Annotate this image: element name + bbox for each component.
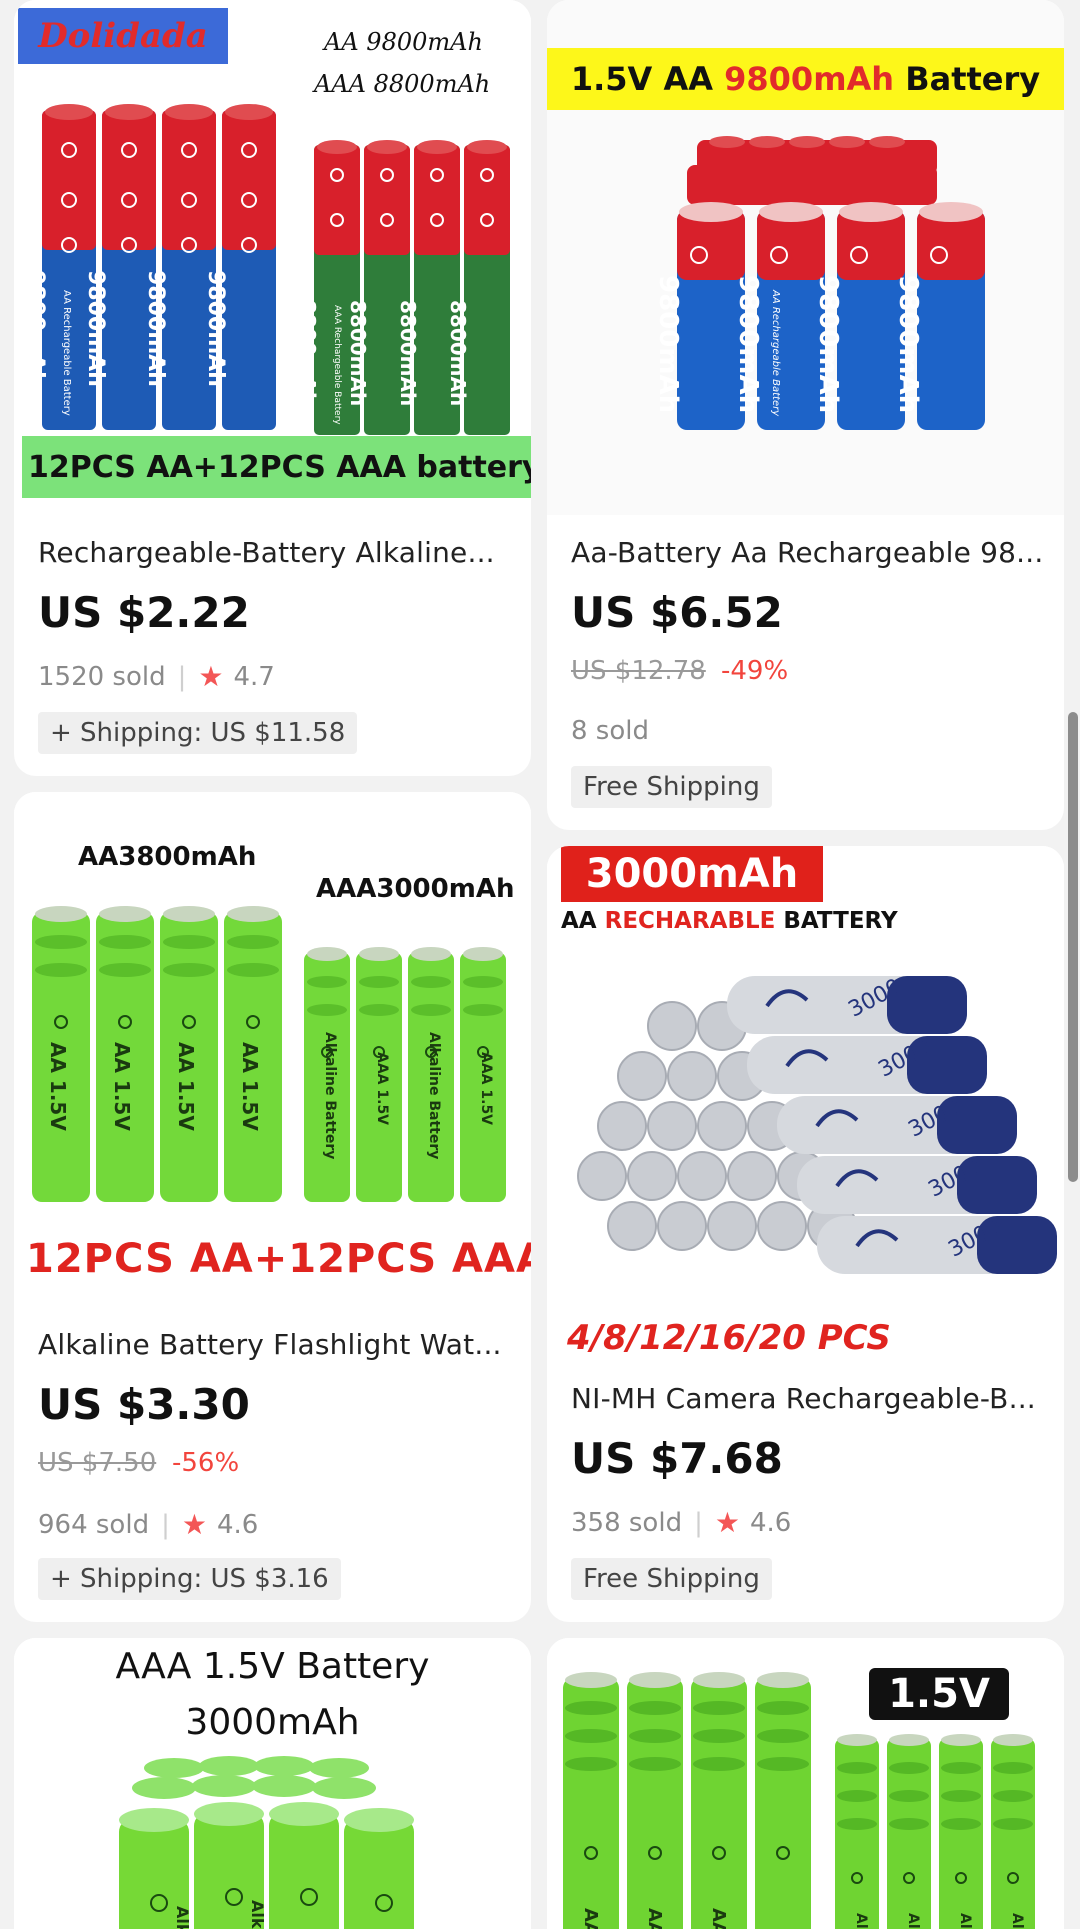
- cell-label: AA 1.5V: [174, 1042, 198, 1131]
- product-image[interactable]: 1.5V AA AA AA Alk Alk Alk Alk: [547, 1638, 1064, 1929]
- original-price: US $12.78: [571, 656, 706, 686]
- product-card[interactable]: Dolidada AA 9800mAh AAA 8800mAh 9800mAh …: [14, 0, 531, 776]
- rating-value: 4.6: [749, 1507, 792, 1538]
- shipping-badge: Free Shipping: [571, 766, 772, 808]
- cell-label: Alk: [248, 1900, 267, 1929]
- cell-label: Alk: [957, 1913, 973, 1929]
- divider: |: [177, 661, 187, 692]
- capacity-label: AAA 8800mAh: [314, 70, 491, 98]
- star-icon: ★: [181, 1508, 207, 1541]
- product-image[interactable]: 3000mAh AA RECHARABLE BATTERY 3000 3000 …: [547, 846, 1064, 1366]
- cell-label: 9800mAh: [83, 270, 108, 387]
- scrollbar[interactable]: [1068, 712, 1078, 1182]
- product-image[interactable]: 1.5V AA 9800mAh Battery 9800mAh 9800mAh …: [547, 0, 1064, 515]
- sales-rating: 358 sold | ★ 4.6: [571, 1506, 791, 1539]
- cell-label: 9800mAh: [893, 275, 923, 414]
- image-headline: 3000mAh: [185, 1702, 360, 1743]
- product-card[interactable]: AAA 1.5V Battery 3000mAh Alk Alk: [14, 1638, 531, 1929]
- subtitle-text: AA: [561, 908, 605, 934]
- headline-banner: 1.5V AA 9800mAh Battery: [547, 48, 1064, 110]
- pack-banner: 12PCS AA+12PCS AAA: [26, 1236, 531, 1282]
- capacity-label: AAA3000mAh: [316, 874, 515, 904]
- product-image[interactable]: AAA 1.5V Battery 3000mAh Alk Alk: [14, 1638, 531, 1929]
- cell-label: Alkaline Battery: [322, 1032, 338, 1160]
- cell-label: 9800mAh: [653, 275, 683, 414]
- divider: |: [161, 1509, 170, 1540]
- brand-tag: Dolidada: [18, 8, 228, 64]
- image-subtitle: AA RECHARABLE BATTERY: [561, 908, 898, 934]
- cell-label: 9800mAh: [203, 270, 228, 387]
- product-image[interactable]: Dolidada AA 9800mAh AAA 8800mAh 9800mAh …: [14, 0, 531, 510]
- cell-sublabel: AA Rechargeable Battery: [61, 290, 72, 416]
- cell-label: 8800mAh: [346, 300, 370, 407]
- capacity-tag: 3000mAh: [561, 846, 823, 902]
- banner-text: 1.5V AA: [570, 60, 725, 98]
- sales-rating: 8 sold: [571, 716, 649, 746]
- original-price: US $7.50: [38, 1448, 157, 1478]
- voltage-badge: 1.5V: [869, 1668, 1009, 1720]
- pack-count-text: 4/8/12/16/20 PCS: [567, 1318, 891, 1358]
- cell-sublabel: AA Rechargeable Battery: [770, 290, 781, 417]
- cell-label: 9800mAh: [143, 270, 168, 387]
- sold-count: 8 sold: [571, 716, 649, 746]
- cell-label: AA 1.5V: [238, 1042, 262, 1131]
- cell-label: Alk: [1009, 1913, 1025, 1929]
- shipping-badge: + Shipping: US $3.16: [38, 1558, 341, 1600]
- product-image[interactable]: AA3800mAh AAA3000mAh AA 1.5V AA 1.5V AA …: [14, 792, 531, 1312]
- capacity-label: AA3800mAh: [78, 842, 257, 872]
- pack-banner: 12PCS AA+12PCS AAA battery: [22, 436, 531, 498]
- cell-label: AA: [644, 1908, 665, 1929]
- capacity-label: AA 9800mAh: [324, 28, 483, 56]
- product-card[interactable]: 1.5V AA AA AA Alk Alk Alk Alk: [547, 1638, 1064, 1929]
- product-card[interactable]: 3000mAh AA RECHARABLE BATTERY 3000 3000 …: [547, 846, 1064, 1622]
- cell-label: AA 1.5V: [110, 1042, 134, 1131]
- product-title[interactable]: Aa-Battery Aa Rechargeable 98...: [571, 536, 1046, 569]
- banner-highlight: 9800mAh: [724, 60, 895, 98]
- sales-rating: 964 sold | ★ 4.6: [38, 1508, 258, 1541]
- product-price: US $2.22: [38, 588, 250, 637]
- product-price: US $6.52: [571, 588, 783, 637]
- product-title[interactable]: NI-MH Camera Rechargeable-B...: [571, 1382, 1046, 1415]
- cell-label: AA: [708, 1908, 729, 1929]
- cell-label: 9800mAh: [813, 275, 843, 414]
- sold-count: 964 sold: [38, 1509, 150, 1540]
- cell-label: Alk: [173, 1906, 192, 1929]
- cell-label: AAA 1.5V: [478, 1052, 494, 1126]
- sold-count: 1520 sold: [38, 661, 166, 692]
- cell-label: 9800mAh: [733, 275, 763, 414]
- product-price: US $3.30: [38, 1380, 250, 1429]
- cell-label: Alk: [905, 1913, 921, 1929]
- banner-text: Battery: [894, 60, 1041, 98]
- image-headline: AAA 1.5V Battery: [115, 1646, 430, 1687]
- sold-count: 358 sold: [571, 1507, 683, 1538]
- cell-label: 8800mAh: [396, 300, 420, 407]
- cell-sublabel: AAA Rechargeable Battery: [332, 305, 342, 425]
- subtitle-text: BATTERY: [783, 908, 898, 934]
- subtitle-highlight: RECHARABLE: [604, 908, 784, 934]
- cell-label: AAA 1.5V: [374, 1052, 390, 1126]
- rating-value: 4.6: [216, 1509, 259, 1540]
- shipping-badge: Free Shipping: [571, 1558, 772, 1600]
- star-icon: ★: [198, 660, 224, 693]
- rating-value: 4.7: [233, 661, 275, 692]
- discount-badge: -49%: [721, 656, 789, 686]
- product-title[interactable]: Rechargeable-Battery Alkaline...: [38, 536, 513, 569]
- product-price: US $7.68: [571, 1434, 783, 1483]
- discount-badge: -56%: [172, 1448, 240, 1478]
- cell-label: AA: [580, 1908, 601, 1929]
- cell-label: AA 1.5V: [46, 1042, 70, 1131]
- product-card[interactable]: 1.5V AA 9800mAh Battery 9800mAh 9800mAh …: [547, 0, 1064, 830]
- cell-label: Alk: [853, 1913, 869, 1929]
- cell-label: 8800mAh: [446, 300, 470, 407]
- product-card[interactable]: AA3800mAh AAA3000mAh AA 1.5V AA 1.5V AA …: [14, 792, 531, 1622]
- divider: |: [694, 1507, 703, 1538]
- product-title[interactable]: Alkaline Battery Flashlight Wat...: [38, 1328, 513, 1361]
- cell-label: 8800mAh: [296, 300, 320, 407]
- star-icon: ★: [714, 1506, 740, 1539]
- cell-label: Alkaline Battery: [426, 1032, 442, 1160]
- shipping-badge: + Shipping: US $11.58: [38, 712, 358, 754]
- sales-rating: 1520 sold | ★ 4.7: [38, 660, 275, 693]
- cell-label: 9800mAh: [23, 270, 48, 387]
